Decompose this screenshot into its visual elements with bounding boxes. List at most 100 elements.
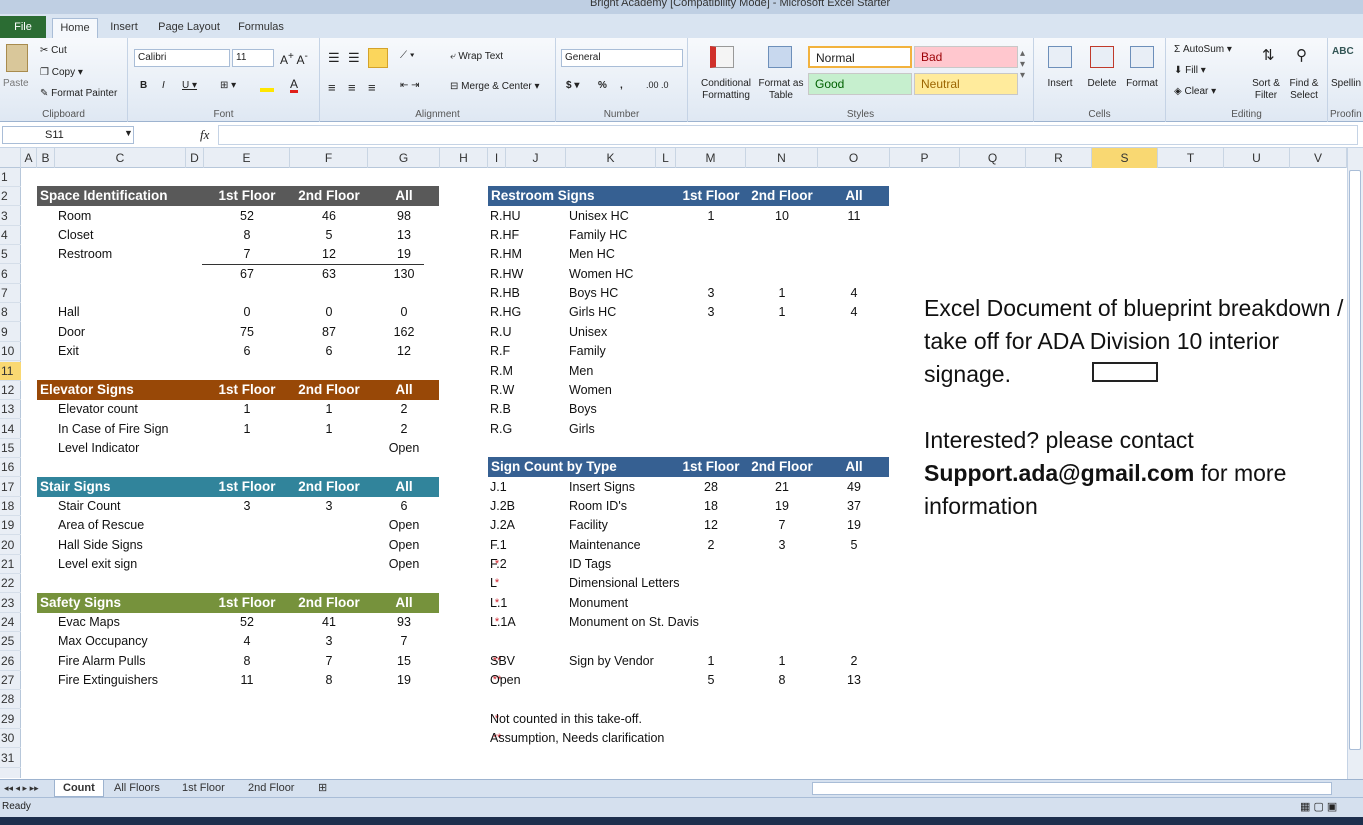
font-name-combo[interactable]: Calibri (134, 49, 230, 67)
signcount-floor1[interactable] (676, 613, 746, 632)
paste-icon[interactable] (6, 44, 28, 72)
signcount-floor2[interactable]: 19 (746, 497, 818, 516)
sheet-tab-count[interactable]: Count (54, 780, 104, 797)
restroom-all[interactable] (818, 381, 890, 400)
space-label[interactable]: Closet (58, 226, 198, 245)
space-floor1[interactable]: 52 (204, 207, 290, 226)
restroom-code[interactable]: R.HW (490, 265, 550, 284)
col-header-i[interactable]: I (488, 148, 506, 168)
signcount-all[interactable]: 13 (818, 671, 890, 690)
restroom-all[interactable] (818, 400, 890, 419)
stair-floor1[interactable] (204, 536, 290, 555)
restroom-floor1[interactable] (676, 342, 746, 361)
space-all[interactable]: 0 (368, 303, 440, 322)
row-header[interactable]: 25 (0, 632, 21, 651)
signcount-code[interactable]: J.2A (490, 516, 550, 535)
space-floor1[interactable]: 7 (204, 245, 290, 264)
row-header[interactable]: 3 (0, 207, 21, 226)
elevator-floor2[interactable]: 1 (290, 400, 368, 419)
restroom-desc[interactable]: Family HC (569, 226, 669, 245)
col-header-d[interactable]: D (186, 148, 204, 168)
space-floor2[interactable]: 87 (290, 323, 368, 342)
tab-home[interactable]: Home (52, 18, 98, 38)
row-header[interactable]: 10 (0, 342, 21, 361)
name-box[interactable]: S11 (2, 126, 134, 144)
formula-input[interactable] (218, 125, 1358, 145)
row-header[interactable]: 11 (0, 362, 21, 381)
format-button[interactable]: Format (1122, 78, 1162, 90)
signcount-floor1[interactable]: 1 (676, 652, 746, 671)
copy-button[interactable]: ❐ Copy ▾ (40, 67, 83, 78)
italic-button[interactable]: I (162, 80, 165, 91)
top-align-icon[interactable]: ☰ (328, 50, 340, 66)
restroom-all[interactable] (818, 226, 890, 245)
stair-floor1[interactable]: 3 (204, 497, 290, 516)
row-header[interactable]: 21 (0, 555, 21, 574)
col-header-s[interactable]: S (1092, 148, 1158, 168)
stair-all[interactable]: Open (368, 516, 440, 535)
restroom-code[interactable]: R.HB (490, 284, 550, 303)
orientation-icon[interactable]: ⟋ ▾ (400, 50, 415, 61)
restroom-floor2[interactable]: 1 (746, 303, 818, 322)
col-header-c[interactable]: C (55, 148, 186, 168)
restroom-code[interactable]: R.F (490, 342, 550, 361)
row-header[interactable]: 4 (0, 226, 21, 245)
conditional-formatting-button[interactable]: Conditional Formatting (692, 78, 760, 102)
signcount-code[interactable]: SBV (490, 652, 550, 671)
restroom-floor2[interactable] (746, 226, 818, 245)
col-header-e[interactable]: E (204, 148, 290, 168)
signcount-floor1[interactable] (676, 574, 746, 593)
row-header[interactable]: 31 (0, 749, 21, 768)
space-label[interactable]: Hall (58, 303, 198, 322)
signcount-floor1[interactable] (676, 594, 746, 613)
sheet-tab-2nd-floor[interactable]: 2nd Floor (240, 780, 302, 797)
row-header[interactable]: 16 (0, 458, 21, 477)
signcount-floor1[interactable]: 5 (676, 671, 746, 690)
sheet-tab-1st-floor[interactable]: 1st Floor (174, 780, 233, 797)
row-header[interactable]: 9 (0, 323, 21, 342)
row-header[interactable]: 15 (0, 439, 21, 458)
spelling-button[interactable]: Spellin (1331, 78, 1361, 89)
bottom-align-icon[interactable] (368, 48, 388, 68)
borders-icon[interactable]: ⊞ ▾ (220, 80, 236, 91)
stair-floor2[interactable] (290, 555, 368, 574)
restroom-desc[interactable]: Unisex HC (569, 207, 669, 226)
col-header-t[interactable]: T (1158, 148, 1224, 168)
space-floor1[interactable]: 75 (204, 323, 290, 342)
number-format-combo[interactable]: General (561, 49, 683, 67)
restroom-desc[interactable]: Boys (569, 400, 669, 419)
row-header[interactable]: 26 (0, 652, 21, 671)
restroom-all[interactable]: 4 (818, 284, 890, 303)
row-header[interactable]: 7 (0, 284, 21, 303)
signcount-floor1[interactable] (676, 555, 746, 574)
row-header[interactable]: 23 (0, 594, 21, 613)
row-header[interactable]: 28 (0, 690, 21, 709)
sheet-nav-icon[interactable]: ◂◂ ◂ ▸ ▸▸ (2, 780, 41, 797)
stair-all[interactable]: 6 (368, 497, 440, 516)
col-header-m[interactable]: M (676, 148, 746, 168)
signcount-floor1[interactable]: 12 (676, 516, 746, 535)
signcount-all[interactable] (818, 594, 890, 613)
signcount-floor2[interactable]: 8 (746, 671, 818, 690)
stair-label[interactable]: Area of Rescue (58, 516, 198, 535)
col-header-a[interactable]: A (21, 148, 37, 168)
space-label[interactable]: Room (58, 207, 198, 226)
tab-file[interactable]: File (0, 16, 46, 38)
restroom-floor2[interactable] (746, 323, 818, 342)
signcount-all[interactable] (818, 613, 890, 632)
signcount-code[interactable]: J.2B (490, 497, 550, 516)
restroom-code[interactable]: R.M (490, 362, 550, 381)
row-header[interactable]: 19 (0, 516, 21, 535)
elevator-all[interactable]: Open (368, 439, 440, 458)
signcount-all[interactable]: 5 (818, 536, 890, 555)
elevator-floor1[interactable]: 1 (204, 420, 290, 439)
row-header[interactable]: 5 (0, 245, 21, 264)
restroom-floor2[interactable] (746, 265, 818, 284)
safety-floor2[interactable]: 3 (290, 632, 368, 651)
tab-formulas[interactable]: Formulas (232, 18, 290, 38)
elevator-label[interactable]: Elevator count (58, 400, 198, 419)
space-floor2[interactable]: 46 (290, 207, 368, 226)
format-as-table-button[interactable]: Format as Table (754, 78, 808, 102)
space-label[interactable]: Exit (58, 342, 198, 361)
signcount-code[interactable] (490, 632, 550, 651)
